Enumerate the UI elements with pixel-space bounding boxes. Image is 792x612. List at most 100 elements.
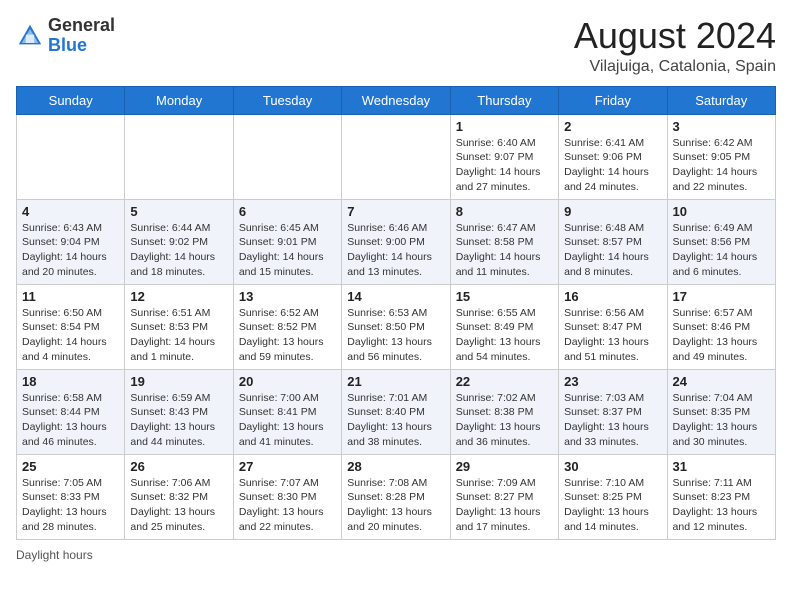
header-day: Friday: [559, 86, 667, 114]
calendar-cell: 26Sunrise: 7:06 AMSunset: 8:32 PMDayligh…: [125, 454, 233, 539]
day-info: Sunrise: 6:56 AMSunset: 8:47 PMDaylight:…: [564, 306, 661, 365]
calendar-cell: [125, 114, 233, 199]
day-number: 9: [564, 204, 661, 219]
day-number: 2: [564, 119, 661, 134]
day-info: Sunrise: 7:05 AMSunset: 8:33 PMDaylight:…: [22, 476, 119, 535]
day-info: Sunrise: 6:59 AMSunset: 8:43 PMDaylight:…: [130, 391, 227, 450]
calendar-cell: 19 Sunrise: 6:59 AMSunset: 8:43 PMDayligh…: [125, 369, 233, 454]
calendar-cell: 29 Sunrise: 7:09 AMSunset: 8:27 PMDayligh…: [450, 454, 558, 539]
day-number: 1: [456, 119, 553, 134]
day-info: Sunrise: 7:04 AMSunset: 8:35 PMDaylight:…: [673, 391, 770, 450]
day-number: 8: [456, 204, 553, 219]
header-day: Thursday: [450, 86, 558, 114]
day-number: 6: [239, 204, 336, 219]
day-info: Sunrise: 7:00 AMSunset: 8:41 PMDaylight:…: [239, 391, 336, 450]
day-number: 10: [673, 204, 770, 219]
calendar-cell: 18Sunrise: 6:58 AMSunset: 8:44 PMDayligh…: [17, 369, 125, 454]
calendar-cell: 12 Sunrise: 6:51 AMSunset: 8:53 PMDayligh…: [125, 284, 233, 369]
calendar-cell: 15 Sunrise: 6:55 AMSunset: 8:49 PMDayligh…: [450, 284, 558, 369]
header: General Blue August 2024 Vilajuiga, Cata…: [16, 16, 776, 76]
logo-blue: Blue: [48, 35, 87, 55]
header-row: SundayMondayTuesdayWednesdayThursdayFrid…: [17, 86, 776, 114]
day-info: Sunrise: 7:08 AMSunset: 8:28 PMDaylight:…: [347, 476, 444, 535]
calendar-cell: 13Sunrise: 6:52 AMSunset: 8:52 PMDayligh…: [233, 284, 341, 369]
location-subtitle: Vilajuiga, Catalonia, Spain: [574, 58, 776, 76]
header-day: Saturday: [667, 86, 775, 114]
calendar-cell: 6Sunrise: 6:45 AMSunset: 9:01 PMDaylight…: [233, 199, 341, 284]
calendar-cell: 31 Sunrise: 7:11 AMSunset: 8:23 PMDayligh…: [667, 454, 775, 539]
day-number: 5: [130, 204, 227, 219]
calendar-cell: 2 Sunrise: 6:41 AMSunset: 9:06 PMDaylight…: [559, 114, 667, 199]
day-number: 14: [347, 289, 444, 304]
day-info: Sunrise: 7:09 AMSunset: 8:27 PMDaylight:…: [456, 476, 553, 535]
day-number: 15: [456, 289, 553, 304]
calendar-cell: 10 Sunrise: 6:49 AMSunset: 8:56 PMDayligh…: [667, 199, 775, 284]
day-number: 4: [22, 204, 119, 219]
day-number: 26: [130, 459, 227, 474]
month-year-title: August 2024: [574, 16, 776, 56]
day-number: 21: [347, 374, 444, 389]
header-day: Wednesday: [342, 86, 450, 114]
day-number: 20: [239, 374, 336, 389]
day-number: 24: [673, 374, 770, 389]
calendar-week-row: 25 Sunrise: 7:05 AMSunset: 8:33 PMDayligh…: [17, 454, 776, 539]
day-number: 28: [347, 459, 444, 474]
day-number: 22: [456, 374, 553, 389]
calendar-cell: 24 Sunrise: 7:04 AMSunset: 8:35 PMDayligh…: [667, 369, 775, 454]
day-number: 29: [456, 459, 553, 474]
day-number: 25: [22, 459, 119, 474]
calendar-cell: 7Sunrise: 6:46 AMSunset: 9:00 PMDaylight…: [342, 199, 450, 284]
day-info: Sunrise: 7:01 AMSunset: 8:40 PMDaylight:…: [347, 391, 444, 450]
day-info: Sunrise: 6:43 AMSunset: 9:04 PMDaylight:…: [22, 221, 119, 280]
day-info: Sunrise: 6:47 AMSunset: 8:58 PMDaylight:…: [456, 221, 553, 280]
calendar-week-row: 18Sunrise: 6:58 AMSunset: 8:44 PMDayligh…: [17, 369, 776, 454]
day-number: 11: [22, 289, 119, 304]
footer-note: Daylight hours: [16, 548, 776, 562]
day-info: Sunrise: 6:49 AMSunset: 8:56 PMDaylight:…: [673, 221, 770, 280]
calendar-week-row: 11Sunrise: 6:50 AMSunset: 8:54 PMDayligh…: [17, 284, 776, 369]
calendar-table: SundayMondayTuesdayWednesdayThursdayFrid…: [16, 86, 776, 540]
day-number: 31: [673, 459, 770, 474]
day-info: Sunrise: 6:53 AMSunset: 8:50 PMDaylight:…: [347, 306, 444, 365]
calendar-cell: 30 Sunrise: 7:10 AMSunset: 8:25 PMDayligh…: [559, 454, 667, 539]
calendar-cell: [17, 114, 125, 199]
calendar-cell: 27Sunrise: 7:07 AMSunset: 8:30 PMDayligh…: [233, 454, 341, 539]
header-day: Monday: [125, 86, 233, 114]
calendar-cell: 4 Sunrise: 6:43 AMSunset: 9:04 PMDaylight…: [17, 199, 125, 284]
day-info: Sunrise: 6:44 AMSunset: 9:02 PMDaylight:…: [130, 221, 227, 280]
day-info: Sunrise: 6:40 AMSunset: 9:07 PMDaylight:…: [456, 136, 553, 195]
day-number: 12: [130, 289, 227, 304]
title-area: August 2024 Vilajuiga, Catalonia, Spain: [574, 16, 776, 76]
calendar-cell: 23Sunrise: 7:03 AMSunset: 8:37 PMDayligh…: [559, 369, 667, 454]
day-number: 27: [239, 459, 336, 474]
calendar-cell: 17 Sunrise: 6:57 AMSunset: 8:46 PMDayligh…: [667, 284, 775, 369]
logo-text: General Blue: [48, 16, 115, 56]
logo-icon: [16, 22, 44, 50]
calendar-week-row: 4 Sunrise: 6:43 AMSunset: 9:04 PMDaylight…: [17, 199, 776, 284]
day-info: Sunrise: 6:41 AMSunset: 9:06 PMDaylight:…: [564, 136, 661, 195]
day-info: Sunrise: 7:02 AMSunset: 8:38 PMDaylight:…: [456, 391, 553, 450]
calendar-cell: 1 Sunrise: 6:40 AMSunset: 9:07 PMDaylight…: [450, 114, 558, 199]
calendar-cell: 11Sunrise: 6:50 AMSunset: 8:54 PMDayligh…: [17, 284, 125, 369]
day-info: Sunrise: 6:57 AMSunset: 8:46 PMDaylight:…: [673, 306, 770, 365]
day-info: Sunrise: 6:51 AMSunset: 8:53 PMDaylight:…: [130, 306, 227, 365]
day-info: Sunrise: 6:55 AMSunset: 8:49 PMDaylight:…: [456, 306, 553, 365]
day-info: Sunrise: 6:42 AMSunset: 9:05 PMDaylight:…: [673, 136, 770, 195]
day-number: 30: [564, 459, 661, 474]
header-day: Sunday: [17, 86, 125, 114]
day-info: Sunrise: 7:11 AMSunset: 8:23 PMDaylight:…: [673, 476, 770, 535]
calendar-cell: 22 Sunrise: 7:02 AMSunset: 8:38 PMDayligh…: [450, 369, 558, 454]
calendar-cell: 16Sunrise: 6:56 AMSunset: 8:47 PMDayligh…: [559, 284, 667, 369]
calendar-cell: 9Sunrise: 6:48 AMSunset: 8:57 PMDaylight…: [559, 199, 667, 284]
calendar-cell: 28 Sunrise: 7:08 AMSunset: 8:28 PMDayligh…: [342, 454, 450, 539]
calendar-week-row: 1 Sunrise: 6:40 AMSunset: 9:07 PMDaylight…: [17, 114, 776, 199]
day-info: Sunrise: 7:10 AMSunset: 8:25 PMDaylight:…: [564, 476, 661, 535]
day-number: 19: [130, 374, 227, 389]
day-number: 18: [22, 374, 119, 389]
day-number: 17: [673, 289, 770, 304]
day-info: Sunrise: 7:03 AMSunset: 8:37 PMDaylight:…: [564, 391, 661, 450]
calendar-cell: 21 Sunrise: 7:01 AMSunset: 8:40 PMDayligh…: [342, 369, 450, 454]
calendar-cell: [233, 114, 341, 199]
calendar-cell: 3Sunrise: 6:42 AMSunset: 9:05 PMDaylight…: [667, 114, 775, 199]
calendar-cell: 5 Sunrise: 6:44 AMSunset: 9:02 PMDaylight…: [125, 199, 233, 284]
